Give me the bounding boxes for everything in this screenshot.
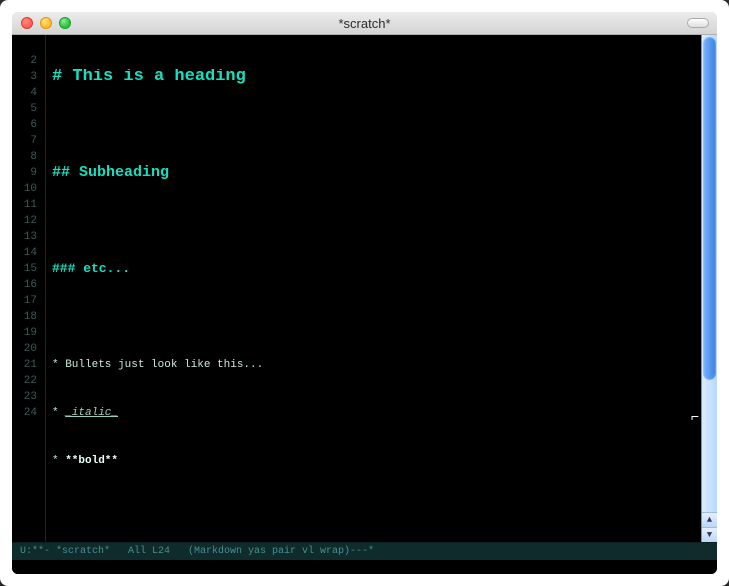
bullet-line: * _italic_ (52, 405, 695, 421)
scroll-thumb[interactable] (703, 37, 716, 380)
line-number: 22 (18, 373, 37, 389)
heading-2: ## Subheading (52, 165, 695, 181)
bold-text: **bold** (65, 455, 118, 467)
editor-body: 2 3 4 5 6 7 8 9 10 11 12 13 14 15 16 17 … (12, 35, 717, 542)
line-number: 20 (18, 341, 37, 357)
heading-1: # This is a heading (52, 69, 695, 85)
line-number: 11 (18, 197, 37, 213)
line-number: 8 (18, 149, 37, 165)
line-number: 13 (18, 229, 37, 245)
line-number: 5 (18, 101, 37, 117)
bullet-line: * Bullets just look like this... (52, 357, 695, 373)
window-title: *scratch* (12, 16, 717, 31)
titlebar[interactable]: *scratch* (12, 12, 717, 35)
line-number: 6 (18, 117, 37, 133)
bullet-marker: * (52, 455, 65, 467)
bullet-line: * **bold** (52, 453, 695, 469)
line-number: 19 (18, 325, 37, 341)
line-number: 17 (18, 293, 37, 309)
close-icon[interactable] (21, 17, 33, 29)
line-number: 24 (18, 405, 37, 421)
bullet-text: Bullets just look like this... (65, 359, 263, 371)
scroll-up-icon[interactable]: ▲ (702, 512, 717, 527)
bullet-marker: * (52, 407, 65, 419)
line-number: 7 (18, 133, 37, 149)
line-number: 14 (18, 245, 37, 261)
toolbar-pill-icon[interactable] (687, 18, 709, 28)
fringe-marker-icon: ⌐ (691, 410, 699, 426)
traffic-lights (12, 17, 71, 29)
blank-line (52, 309, 695, 325)
scroll-track[interactable] (702, 35, 717, 512)
vertical-scrollbar[interactable]: ▲ ▼ (701, 35, 717, 542)
minibuffer[interactable] (12, 560, 717, 574)
code-buffer[interactable]: # This is a heading ## Subheading ### et… (46, 35, 701, 542)
line-number (18, 37, 37, 53)
minimize-icon[interactable] (40, 17, 52, 29)
window-frame: *scratch* 2 3 4 5 6 7 8 9 10 11 12 13 14… (12, 12, 717, 574)
line-number: 16 (18, 277, 37, 293)
italic-text: _italic_ (65, 407, 118, 419)
macos-window: *scratch* 2 3 4 5 6 7 8 9 10 11 12 13 14… (0, 0, 729, 586)
modeline-text: U:**- *scratch* All L24 (Markdown yas pa… (20, 546, 374, 557)
blank-line (52, 213, 695, 229)
line-number: 23 (18, 389, 37, 405)
line-number: 9 (18, 165, 37, 181)
zoom-icon[interactable] (59, 17, 71, 29)
line-number: 10 (18, 181, 37, 197)
line-number: 2 (18, 53, 37, 69)
line-number: 15 (18, 261, 37, 277)
bullet-marker: * (52, 359, 65, 371)
line-number: 21 (18, 357, 37, 373)
blank-line (52, 117, 695, 133)
line-number-gutter: 2 3 4 5 6 7 8 9 10 11 12 13 14 15 16 17 … (12, 35, 46, 542)
line-number: 3 (18, 69, 37, 85)
heading-3: ### etc... (52, 261, 695, 277)
line-number: 18 (18, 309, 37, 325)
blank-line (52, 501, 695, 517)
line-number: 4 (18, 85, 37, 101)
editor-area: 2 3 4 5 6 7 8 9 10 11 12 13 14 15 16 17 … (12, 35, 717, 574)
line-number: 12 (18, 213, 37, 229)
modeline[interactable]: U:**- *scratch* All L24 (Markdown yas pa… (12, 542, 717, 560)
scroll-down-icon[interactable]: ▼ (702, 527, 717, 542)
